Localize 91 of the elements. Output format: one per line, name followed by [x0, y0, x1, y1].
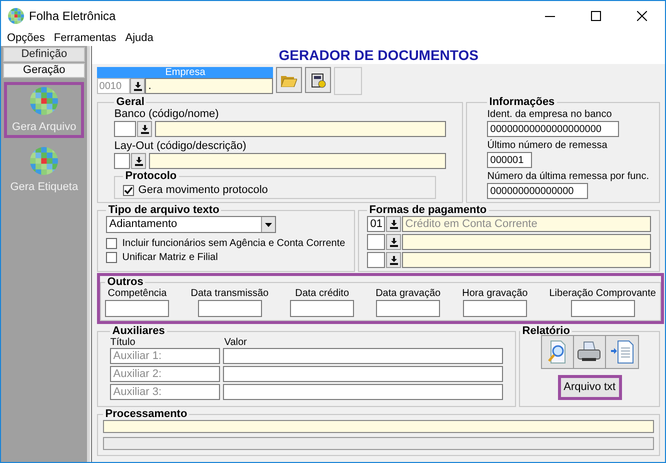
- field-label: Número da última remessa por func.: [487, 170, 649, 183]
- export-button[interactable]: [606, 336, 638, 368]
- download-icon: [134, 82, 142, 90]
- auxiliary-value-field[interactable]: [223, 348, 504, 364]
- checkbox[interactable]: [106, 252, 118, 262]
- input-field[interactable]: [198, 300, 262, 317]
- lookup-button[interactable]: [386, 234, 402, 250]
- printer-icon: [577, 341, 602, 363]
- group-title: Protocolo: [124, 170, 178, 182]
- field-label: Ident. da empresa no banco: [487, 108, 613, 121]
- empresa-header: Empresa: [97, 67, 274, 78]
- company-name-field[interactable]: .: [145, 78, 274, 94]
- checkbox[interactable]: [123, 184, 134, 196]
- checkbox[interactable]: [106, 238, 118, 248]
- maximize-icon: [591, 10, 601, 20]
- payment-description-field[interactable]: [402, 252, 651, 268]
- field-label: Hora gravação: [462, 288, 528, 300]
- input-field[interactable]: [290, 300, 354, 317]
- close-icon: [637, 10, 647, 20]
- field-label: Último número de remessa: [487, 139, 608, 152]
- input-field[interactable]: [462, 300, 527, 317]
- field-label: Liberação Comprovante: [549, 288, 656, 300]
- window-title: Folha Eletrônica: [29, 8, 116, 24]
- lookup-button[interactable]: [130, 78, 146, 94]
- input-field[interactable]: [376, 300, 440, 317]
- payment-code-field[interactable]: [367, 252, 386, 268]
- checkbox-label: Incluir funcionários sem Agência e Conta Corrente: [122, 236, 346, 250]
- lookup-button[interactable]: [131, 153, 146, 169]
- layout-name-field[interactable]: [149, 153, 446, 169]
- arquivo-txt-button[interactable]: Arquivo txt: [558, 375, 622, 400]
- group-title: Relatório: [521, 325, 571, 337]
- group-title: Formas de pagamento: [368, 204, 488, 216]
- auxiliary-value-field[interactable]: [223, 366, 504, 382]
- globe-icon: [30, 87, 58, 115]
- input-field[interactable]: 00000000000000000000: [487, 121, 620, 137]
- download-icon: [390, 256, 398, 264]
- layout-code-field[interactable]: [114, 153, 130, 169]
- group-title: Auxiliares: [111, 325, 166, 337]
- download-icon: [390, 220, 398, 228]
- payment-description-field[interactable]: [402, 234, 651, 250]
- app-logo-icon: [8, 8, 24, 24]
- group-title: Informações: [488, 96, 556, 108]
- globe-icon: [30, 147, 58, 175]
- input-field[interactable]: 000001: [487, 152, 532, 168]
- auxiliary-value-field[interactable]: [223, 384, 504, 400]
- group-title: Geral: [115, 96, 146, 108]
- field-label: Data crédito: [295, 288, 350, 300]
- input-field[interactable]: [105, 300, 170, 317]
- menu-item[interactable]: Ferramentas: [54, 30, 116, 46]
- page-header: GERADOR DE DOCUMENTOS: [92, 46, 665, 64]
- checkbox-label: Unificar Matriz e Filial: [122, 250, 218, 264]
- preview-button[interactable]: [542, 336, 574, 368]
- print-button[interactable]: [574, 336, 606, 368]
- lookup-button[interactable]: [386, 252, 402, 268]
- magnifier-document-icon: [547, 340, 568, 364]
- document-arrow-icon: [610, 340, 634, 364]
- download-icon: [134, 156, 143, 166]
- column-header: Valor: [224, 337, 247, 348]
- input-field[interactable]: 000000000000000: [487, 183, 588, 199]
- calculator-button[interactable]: [305, 67, 332, 93]
- sidebar-section-tab[interactable]: Definição: [3, 47, 86, 62]
- field-label: Banco (código/nome): [114, 108, 220, 121]
- payment-code-field[interactable]: [367, 234, 386, 250]
- download-icon: [390, 238, 398, 246]
- menu-item[interactable]: Ajuda: [125, 30, 154, 46]
- lookup-button[interactable]: [137, 121, 152, 137]
- auxiliary-title-field[interactable]: Auxiliar 1:: [110, 348, 220, 364]
- toolbar-frame: [334, 67, 362, 95]
- field-label: Data transmissão: [190, 288, 269, 300]
- checkbox-label: Gera movimento protocolo: [138, 183, 268, 198]
- group-title: Processamento: [104, 408, 188, 420]
- dropdown-arrow-icon: [265, 222, 272, 226]
- field-label: Lay-Out (código/descrição): [114, 140, 248, 153]
- download-icon: [140, 124, 149, 134]
- company-code-field[interactable]: 0010: [97, 78, 130, 94]
- lookup-button[interactable]: [386, 216, 402, 232]
- file-type-dropdown[interactable]: Adiantamento: [106, 216, 276, 233]
- group-title: Tipo de arquivo texto: [107, 204, 220, 216]
- input-field[interactable]: [570, 300, 635, 317]
- folder-icon: [281, 74, 298, 86]
- field-label: Competência: [108, 288, 167, 300]
- bank-name-field[interactable]: [155, 121, 446, 137]
- bank-code-field[interactable]: [114, 121, 136, 137]
- auxiliary-title-field[interactable]: Auxiliar 2:: [110, 366, 220, 382]
- column-header: Título: [110, 337, 136, 348]
- sidebar-section-tab[interactable]: Geração: [3, 63, 86, 78]
- group-title: Outros: [106, 276, 144, 288]
- field-label: Data gravação: [376, 288, 441, 300]
- payment-code-field[interactable]: 01: [367, 216, 386, 232]
- auxiliary-title-field[interactable]: Auxiliar 3:: [110, 384, 220, 400]
- menu-item[interactable]: Opções: [7, 30, 45, 46]
